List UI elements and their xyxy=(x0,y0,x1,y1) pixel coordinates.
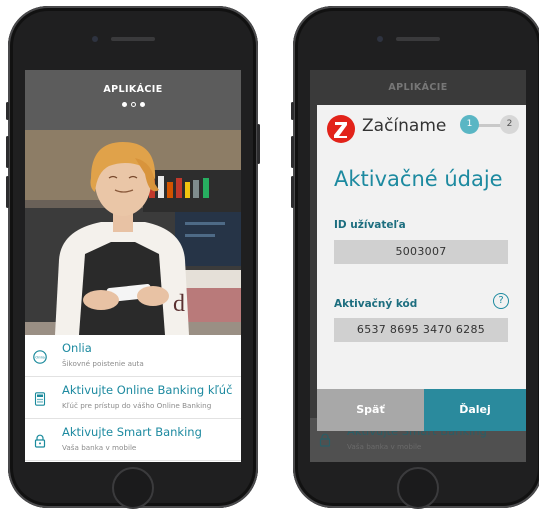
hero-photo: d xyxy=(25,130,241,335)
carousel-dots[interactable] xyxy=(25,102,241,107)
back-button[interactable]: Späť xyxy=(317,389,424,431)
next-button[interactable]: Ďalej xyxy=(424,389,526,431)
list-item-subtitle: Vaša banka v mobile xyxy=(347,442,422,451)
apps-screen: APLIKÁCIE d Onlia Onlia Šikovné poisteni… xyxy=(25,70,241,462)
earpiece-speaker xyxy=(396,37,440,41)
user-id-field[interactable]: 5003007 xyxy=(334,240,508,264)
home-button[interactable] xyxy=(112,467,154,509)
list-item-title: Onlia xyxy=(62,341,92,355)
earpiece-speaker xyxy=(111,37,155,41)
carousel-dot-active[interactable] xyxy=(130,102,136,107)
left-phone: APLIKÁCIE d Onlia Onlia Šikovné poisteni… xyxy=(6,6,260,509)
front-camera xyxy=(377,36,383,42)
lock-icon xyxy=(33,433,47,448)
step-indicator-1: 1 xyxy=(460,115,479,134)
right-phone: APLIKÁCIE Aktivujte Smart Banking Vaša b… xyxy=(291,6,539,509)
unicredit-logo-icon xyxy=(327,115,355,143)
dialog-brand-title: Začíname xyxy=(362,116,447,136)
list-item-title: Aktivujte Online Banking kľúč xyxy=(62,383,233,397)
onlia-logo-icon: Onlia xyxy=(33,349,47,364)
list-item-onlia[interactable]: Onlia Onlia Šikovné poistenie auta xyxy=(25,335,241,377)
dialog-heading: Aktivačné údaje xyxy=(334,167,503,191)
woman-with-phone-illustration xyxy=(25,130,241,335)
step-indicator-2: 2 xyxy=(500,115,519,134)
activation-code-label: Aktivačný kód xyxy=(334,298,418,310)
onlia-logo-text: Onlia xyxy=(35,356,44,360)
list-item-online-banking-key[interactable]: Aktivujte Online Banking kľúč Kľúč pre p… xyxy=(25,377,241,419)
carousel-dot[interactable] xyxy=(121,102,127,107)
help-icon[interactable]: ? xyxy=(493,293,509,309)
list-item-subtitle: Šikovné poistenie auta xyxy=(62,359,144,368)
home-button[interactable] xyxy=(397,467,439,509)
list-item-subtitle: Vaša banka v mobile xyxy=(62,443,137,452)
list-item-subtitle: Kľúč pre prístup do vášho Online Banking xyxy=(62,401,212,410)
apps-header: APLIKÁCIE xyxy=(25,70,241,130)
front-camera xyxy=(92,36,98,42)
user-id-label: ID užívateľa xyxy=(334,219,406,231)
carousel-dot[interactable] xyxy=(139,102,145,107)
calculator-icon xyxy=(33,391,47,406)
apps-title: APLIKÁCIE xyxy=(103,84,163,95)
activation-screen: APLIKÁCIE Aktivujte Smart Banking Vaša b… xyxy=(310,70,526,462)
hero-sign-letter: d xyxy=(173,291,185,317)
activation-dialog: Začíname 1 2 Aktivačné údaje ID užívateľ… xyxy=(317,105,526,431)
lock-icon xyxy=(318,432,332,447)
promo-stage: APLIKÁCIE d Onlia Onlia Šikovné poisteni… xyxy=(0,0,539,514)
activation-code-field[interactable]: 6537 8695 3470 6285 xyxy=(334,318,508,342)
list-item-title: Aktivujte Smart Banking xyxy=(62,425,202,439)
apps-title-dimmed: APLIKÁCIE xyxy=(388,82,448,93)
list-item-smart-banking[interactable]: Aktivujte Smart Banking Vaša banka v mob… xyxy=(25,419,241,461)
